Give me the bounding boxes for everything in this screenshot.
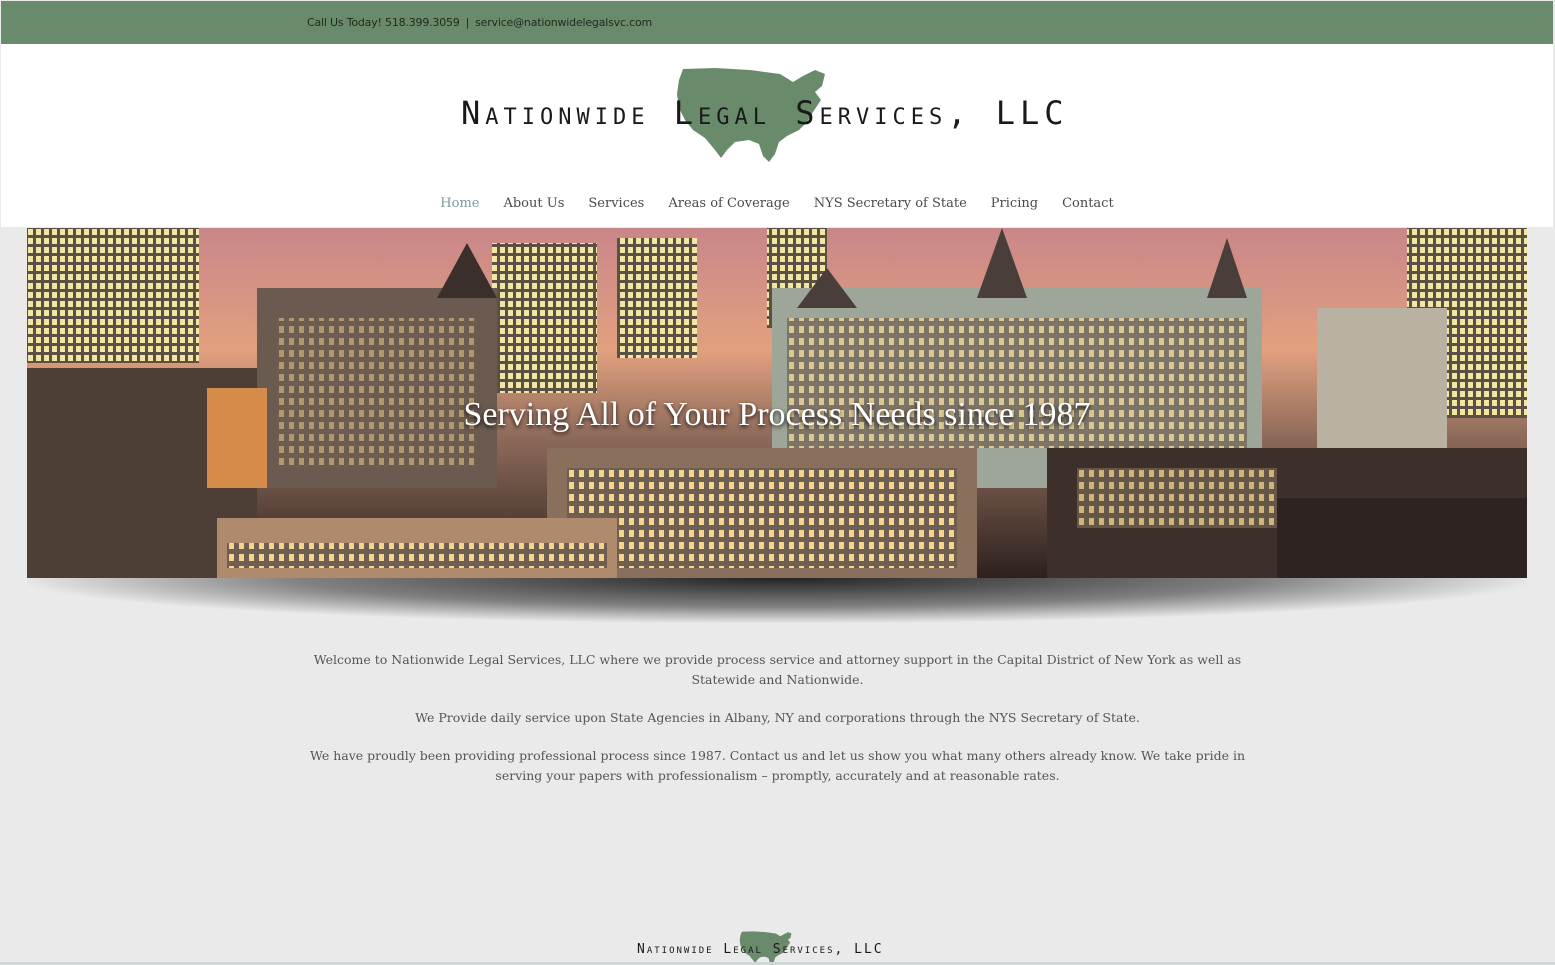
phone-link[interactable]: Call Us Today! 518.399.3059	[307, 16, 460, 29]
footer-logo-text: Nationwide Legal Services, LLC	[637, 942, 884, 957]
top-contact-bar: Call Us Today! 518.399.3059 | service@nati…	[1, 1, 1553, 44]
nav-item-areas-of-coverage[interactable]: Areas of Coverage	[668, 196, 789, 211]
contact-info: Call Us Today! 518.399.3059 | service@nati…	[307, 16, 652, 29]
hero-title: Serving All of Your Process Needs since …	[463, 396, 1091, 433]
footer-logo[interactable]: Nationwide Legal Services, LLC	[637, 930, 917, 965]
site-header: Nationwide Legal Services, LLC Home Abou…	[1, 44, 1553, 227]
welcome-paragraph: Welcome to Nationwide Legal Services, LL…	[313, 652, 1242, 687]
nav-item-contact[interactable]: Contact	[1062, 196, 1114, 211]
main-nav: Home About Us Services Areas of Coverage…	[1, 196, 1553, 211]
nav-item-home[interactable]: Home	[440, 196, 479, 211]
main-content: Welcome to Nationwide Legal Services, LL…	[310, 650, 1245, 804]
hero-shadow	[27, 578, 1527, 623]
state-agencies-paragraph: We Provide daily service upon State Agen…	[415, 710, 1140, 725]
since-1987-paragraph: We have proudly been providing professio…	[310, 748, 1246, 783]
site-logo[interactable]: Nationwide Legal Services, LLC	[461, 64, 1101, 168]
hero-banner: Serving All of Your Process Needs since …	[27, 228, 1527, 578]
logo-text: Nationwide Legal Services, LLC	[461, 94, 1069, 132]
nav-item-pricing[interactable]: Pricing	[991, 196, 1038, 211]
nav-item-about-us[interactable]: About Us	[503, 196, 564, 211]
separator: |	[465, 16, 470, 29]
nav-item-nys-secretary-of-state[interactable]: NYS Secretary of State	[814, 196, 967, 211]
nav-item-services[interactable]: Services	[588, 196, 644, 211]
email-link[interactable]: service@nationwidelegalsvc.com	[475, 16, 652, 29]
